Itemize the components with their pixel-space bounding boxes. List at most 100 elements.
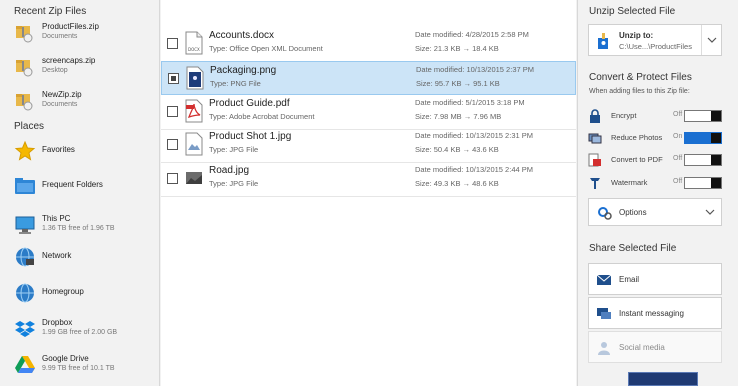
place-detail: 1.36 TB free of 1.96 TB bbox=[42, 225, 115, 232]
place-detail: 1.99 GB free of 2.00 GB bbox=[42, 329, 118, 336]
file-row[interactable]: Road.jpg Type: JPG File Date modified: 1… bbox=[161, 162, 576, 197]
options-button[interactable]: Options bbox=[588, 198, 722, 226]
place-this-pc[interactable]: This PC 1.36 TB free of 1.96 TB bbox=[14, 214, 115, 236]
encrypt-switch[interactable] bbox=[684, 110, 722, 122]
file-row[interactable]: Product Shot 1.jpg Type: JPG File Date m… bbox=[161, 128, 576, 163]
social-icon bbox=[596, 341, 612, 355]
watermark-toggle-row: Watermark Off bbox=[588, 175, 726, 191]
photos-icon bbox=[588, 131, 602, 145]
file-size: Size: 50.4 KB → 43.6 KB bbox=[415, 145, 499, 154]
recent-item-name: ProductFiles.zip bbox=[42, 22, 99, 31]
docx-icon: DOCX bbox=[185, 31, 203, 55]
jpg-icon bbox=[185, 132, 203, 156]
file-row-selected[interactable]: Packaging.png Type: PNG File Date modifi… bbox=[161, 61, 576, 95]
place-label: Google Drive bbox=[42, 354, 89, 363]
file-type: Type: JPG File bbox=[209, 179, 259, 188]
encrypt-toggle-row: Encrypt Off bbox=[588, 108, 726, 124]
place-dropbox[interactable]: Dropbox 1.99 GB free of 2.00 GB bbox=[14, 318, 117, 340]
convert-hint: When adding files to this Zip file: bbox=[589, 88, 690, 95]
file-list: DOCX Accounts.docx Type: Office Open XML… bbox=[161, 0, 576, 386]
options-icon bbox=[597, 205, 613, 223]
file-size: Size: 21.3 KB → 18.4 KB bbox=[415, 44, 499, 53]
google-drive-icon bbox=[14, 354, 36, 376]
file-checkbox[interactable] bbox=[167, 173, 178, 184]
file-type: Type: PNG File bbox=[210, 79, 261, 88]
share-section-title: Share Selected File bbox=[589, 243, 677, 254]
social-media-button[interactable]: Social media bbox=[588, 331, 722, 363]
recent-item[interactable]: NewZip.zip Documents bbox=[14, 90, 82, 112]
dropbox-icon bbox=[14, 318, 36, 340]
share-label: Social media bbox=[619, 343, 665, 352]
toggle-label: Watermark bbox=[611, 178, 648, 187]
file-type: Type: Adobe Acrobat Document bbox=[209, 112, 315, 121]
share-label: Email bbox=[619, 275, 640, 284]
places-title: Places bbox=[14, 121, 45, 132]
recent-item-location: Desktop bbox=[42, 67, 68, 74]
place-label: Favorites bbox=[42, 145, 75, 154]
jpg-icon bbox=[185, 166, 203, 190]
chat-icon bbox=[596, 307, 612, 321]
row-divider bbox=[161, 196, 576, 197]
email-icon bbox=[596, 273, 612, 287]
convert-to-pdf-switch[interactable] bbox=[684, 154, 722, 166]
file-date: Date modified: 10/13/2015 2:37 PM bbox=[416, 65, 534, 74]
file-type: Type: Office Open XML Document bbox=[209, 44, 323, 53]
file-type: Type: JPG File bbox=[209, 145, 259, 154]
switch-knob bbox=[711, 133, 721, 143]
folder-icon bbox=[14, 175, 36, 197]
place-frequent-folders[interactable]: Frequent Folders bbox=[14, 175, 103, 197]
file-date: Date modified: 4/28/2015 2:58 PM bbox=[415, 30, 529, 39]
file-name: Product Shot 1.jpg bbox=[209, 131, 292, 142]
place-label: Frequent Folders bbox=[42, 180, 103, 189]
toggle-state: Off bbox=[673, 155, 683, 162]
instant-messaging-button[interactable]: Instant messaging bbox=[588, 297, 722, 329]
file-date: Date modified: 5/1/2015 3:18 PM bbox=[415, 98, 525, 107]
pdf-icon bbox=[185, 99, 203, 123]
toggle-label: Encrypt bbox=[611, 111, 637, 120]
file-row[interactable]: DOCX Accounts.docx Type: Office Open XML… bbox=[161, 27, 576, 62]
file-checkbox[interactable] bbox=[167, 38, 178, 49]
email-button[interactable]: Email bbox=[588, 263, 722, 295]
recent-item-location: Documents bbox=[42, 33, 78, 40]
file-name: Accounts.docx bbox=[209, 30, 275, 41]
toggle-label: Convert to PDF bbox=[611, 155, 663, 164]
chevron-down-icon bbox=[703, 203, 717, 223]
unzip-to-button[interactable]: Unzip to: C:\Use...\ProductFiles bbox=[588, 24, 722, 56]
watermark-switch[interactable] bbox=[684, 177, 722, 189]
recent-item[interactable]: screencaps.zip Desktop bbox=[14, 56, 95, 78]
unzip-icon bbox=[597, 32, 611, 52]
file-name: Road.jpg bbox=[209, 165, 250, 176]
file-size: Size: 95.7 KB → 95.1 KB bbox=[416, 79, 500, 88]
convert-to-pdf-toggle-row: Convert to PDF Off bbox=[588, 152, 726, 168]
place-network[interactable]: Network bbox=[14, 246, 71, 268]
place-label: This PC bbox=[42, 214, 71, 223]
watermark-icon bbox=[588, 176, 602, 190]
file-name: Packaging.png bbox=[210, 65, 277, 76]
file-row[interactable]: Product Guide.pdf Type: Adobe Acrobat Do… bbox=[161, 95, 576, 130]
file-checkbox[interactable] bbox=[167, 106, 178, 117]
recent-item[interactable]: ProductFiles.zip Documents bbox=[14, 22, 99, 44]
png-icon bbox=[186, 66, 204, 90]
recent-item-name: NewZip.zip bbox=[42, 90, 82, 99]
place-favorites[interactable]: Favorites bbox=[14, 140, 75, 162]
unzip-section-title: Unzip Selected File bbox=[589, 6, 676, 17]
pdf-convert-icon bbox=[588, 153, 602, 167]
file-checkbox[interactable] bbox=[167, 139, 178, 150]
place-google-drive[interactable]: Google Drive 9.99 TB free of 10.1 TB bbox=[14, 354, 115, 376]
file-name: Product Guide.pdf bbox=[209, 98, 290, 109]
reduce-photos-toggle-row: Reduce Photos On bbox=[588, 130, 726, 146]
options-label: Options bbox=[619, 208, 647, 217]
unzip-path: C:\Use...\ProductFiles bbox=[619, 42, 692, 51]
lock-icon bbox=[588, 109, 602, 123]
place-label: Homegroup bbox=[42, 287, 84, 296]
computer-icon bbox=[14, 214, 36, 236]
toggle-state: Off bbox=[673, 178, 683, 185]
network-icon bbox=[14, 246, 36, 268]
reduce-photos-switch[interactable] bbox=[684, 132, 722, 144]
file-checkbox-checked[interactable] bbox=[168, 73, 179, 84]
chevron-down-icon[interactable] bbox=[701, 25, 721, 55]
file-date: Date modified: 10/13/2015 2:31 PM bbox=[415, 131, 533, 140]
recent-item-name: screencaps.zip bbox=[42, 56, 96, 65]
file-date: Date modified: 10/13/2015 2:44 PM bbox=[415, 165, 533, 174]
place-homegroup[interactable]: Homegroup bbox=[14, 282, 84, 304]
